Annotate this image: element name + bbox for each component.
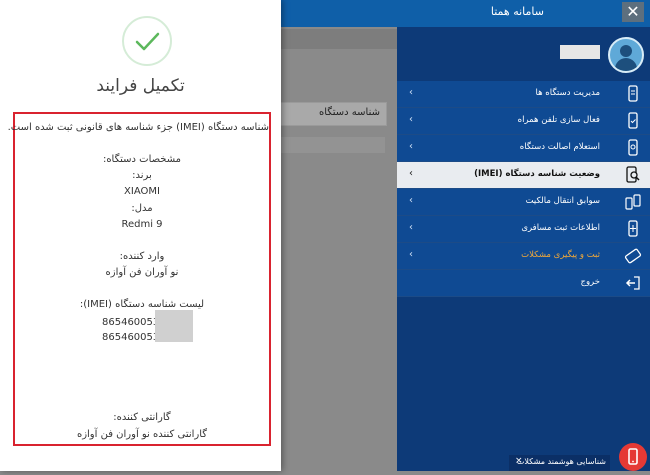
- imei-list-label: لیست شناسه دستگاه (IMEI):: [79, 299, 205, 310]
- profile-area: [397, 27, 650, 80]
- sidebar-item-label: اطلاعات ثبت مسافری: [521, 223, 600, 233]
- phone-list-icon: [628, 85, 638, 102]
- checkmark-icon: [135, 32, 160, 51]
- sidebar: مدیریت دستگاه ها ‹ فعال سازی تلفن همراه …: [397, 27, 650, 471]
- sidebar-item-issues[interactable]: ثبت و پیگیری مشکلات ‹: [397, 243, 650, 270]
- specs-heading: مشخصات دستگاه:: [102, 154, 182, 165]
- importer-value: نو آوران فن آوازه: [105, 267, 179, 278]
- chevron-left-icon: ‹: [409, 168, 413, 179]
- sidebar-item-label: مدیریت دستگاه ها: [535, 88, 600, 98]
- completion-modal: تکمیل فرایند شناسه دستگاه (IMEI) جزء شنا…: [0, 0, 281, 471]
- guarantor-label: گارانتی کننده:: [113, 412, 171, 423]
- phone-activate-icon: [628, 112, 638, 129]
- result-message: شناسه دستگاه (IMEI) جزء شناسه های قانونی…: [7, 122, 269, 133]
- imei-redaction: [155, 310, 193, 342]
- sidebar-item-activation[interactable]: فعال سازی تلفن همراه ‹: [397, 108, 650, 135]
- chevron-left-icon: ‹: [409, 87, 413, 98]
- app-title: سامانه همتا: [490, 5, 544, 18]
- chevron-left-icon: ‹: [409, 222, 413, 233]
- logout-icon: [625, 276, 640, 290]
- ticket-icon: [624, 248, 642, 264]
- importer-label: وارد کننده:: [119, 251, 165, 262]
- phone-search-icon: [626, 166, 640, 183]
- result-box: شناسه دستگاه (IMEI) جزء شناسه های قانونی…: [7, 112, 271, 446]
- chevron-left-icon: ‹: [409, 114, 413, 125]
- guarantor-value: گارانتی کننده نو آوران فن آوازه: [76, 429, 208, 440]
- sidebar-item-label: سوابق انتقال مالکیت: [525, 196, 600, 206]
- imei-item: 865460053: [102, 317, 160, 328]
- background-card-label: شناسه دستگاه: [318, 107, 380, 118]
- transfer-icon: [625, 194, 641, 210]
- chevron-left-icon: ‹: [409, 141, 413, 152]
- imei-item: 865460053: [102, 332, 160, 343]
- smart-support-label: شناسایی هوشمند مشکلات: [516, 457, 606, 466]
- sidebar-item-label: وضعیت شناسه دستگاه (IMEI): [474, 169, 600, 179]
- sidebar-item-label: ثبت و پیگیری مشکلات: [521, 250, 600, 260]
- traveler-icon: [628, 220, 638, 237]
- sidebar-item-label: فعال سازی تلفن همراه: [517, 115, 600, 125]
- model-value: Redmi 9: [121, 219, 163, 230]
- username-masked: [560, 45, 600, 59]
- chevron-left-icon: ‹: [409, 195, 413, 206]
- sidebar-item-imei-status[interactable]: وضعیت شناسه دستگاه (IMEI) ‹: [397, 162, 650, 189]
- background-card: شناسه دستگاه: [280, 102, 387, 126]
- brand-value: XIAOMI: [124, 186, 160, 197]
- sidebar-item-device-management[interactable]: مدیریت دستگاه ها ‹: [397, 81, 650, 108]
- sidebar-item-logout[interactable]: خروج: [397, 270, 650, 297]
- sidebar-item-label: استعلام اصالت دستگاه: [519, 142, 600, 152]
- support-chat-button[interactable]: [619, 443, 647, 471]
- brand-label: برند:: [132, 170, 152, 181]
- phone-inquiry-icon: [628, 139, 638, 156]
- model-label: مدل:: [131, 203, 153, 214]
- sidebar-menu: مدیریت دستگاه ها ‹ فعال سازی تلفن همراه …: [397, 81, 650, 297]
- mobile-icon: [628, 448, 638, 465]
- modal-title: تکمیل فرایند: [96, 76, 185, 96]
- sidebar-item-label: خروج: [580, 277, 600, 287]
- chevron-left-icon: ‹: [409, 249, 413, 260]
- success-check-circle: [122, 16, 172, 66]
- sidebar-item-ownership-transfer[interactable]: سوابق انتقال مالکیت ‹: [397, 189, 650, 216]
- avatar-body: [615, 58, 637, 71]
- close-button[interactable]: ✕: [622, 2, 644, 22]
- avatar[interactable]: [608, 37, 644, 73]
- sidebar-item-traveler-info[interactable]: اطلاعات ثبت مسافری ‹: [397, 216, 650, 243]
- smart-support-bar[interactable]: × شناسایی هوشمند مشکلات: [509, 455, 610, 471]
- avatar-head: [620, 45, 632, 57]
- sidebar-item-inquiry[interactable]: استعلام اصالت دستگاه ‹: [397, 135, 650, 162]
